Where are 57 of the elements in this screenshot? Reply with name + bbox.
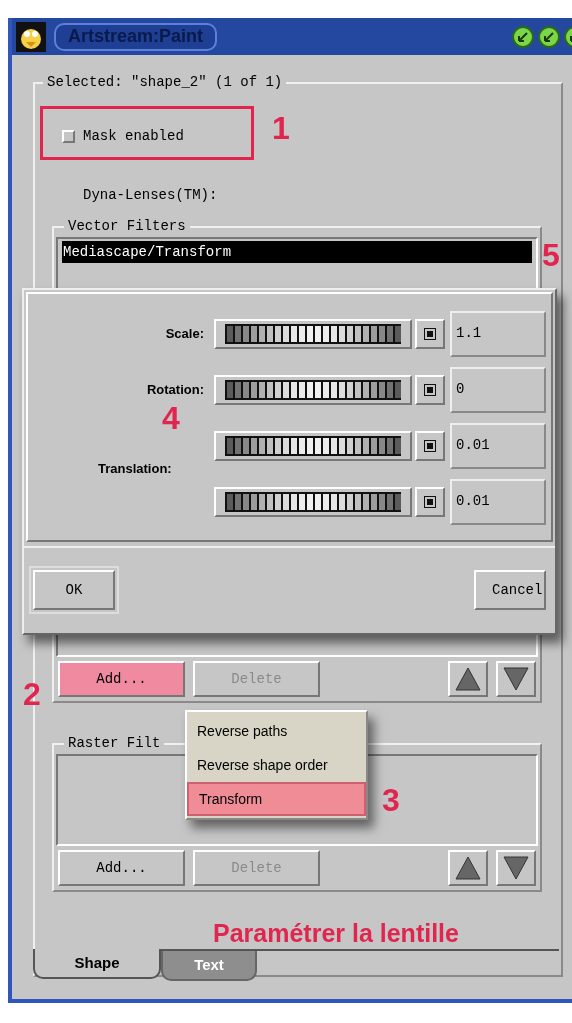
checkbox-label: Mask enabled xyxy=(83,127,184,146)
menu-item[interactable]: Transform xyxy=(187,782,366,816)
square-dot-icon xyxy=(424,440,436,452)
field-label: Scale: xyxy=(165,325,204,344)
move-down-button[interactable] xyxy=(496,850,536,886)
input-field[interactable]: 0 xyxy=(450,367,546,413)
square-dot-icon xyxy=(424,328,436,340)
wheel-grooves-icon xyxy=(225,324,401,344)
window-button[interactable] xyxy=(538,25,560,48)
field-label: Rotation: xyxy=(146,381,204,400)
down-triangle-icon xyxy=(503,856,529,880)
move-up-button[interactable] xyxy=(448,661,488,697)
reset-button[interactable] xyxy=(415,431,445,461)
wheel-grooves-icon xyxy=(225,492,401,512)
annotation-number: 1 xyxy=(272,110,290,146)
annotation-number: 2 xyxy=(23,676,41,712)
arrow-icon xyxy=(544,31,554,42)
dialog-button[interactable]: Cancel xyxy=(474,570,546,610)
thumbwheel[interactable] xyxy=(214,487,412,517)
up-triangle-icon xyxy=(455,856,481,880)
down-triangle-icon xyxy=(503,667,529,691)
reset-button[interactable] xyxy=(415,375,445,405)
checkbox[interactable] xyxy=(62,130,75,143)
input-field[interactable]: 0.01 xyxy=(450,423,546,469)
annotation-caption: Paramétrer la lentille xyxy=(213,918,459,948)
input-field[interactable]: 0.01 xyxy=(450,479,546,525)
square-dot-icon xyxy=(424,384,436,396)
move-down-button[interactable] xyxy=(496,661,536,697)
group-title: Vector Filters xyxy=(67,217,187,236)
group-title: Raster Filt xyxy=(67,734,162,753)
square-dot-icon xyxy=(424,496,436,508)
annotation-number: 4 xyxy=(162,400,180,436)
annotation-number: 5 xyxy=(542,237,560,273)
wheel-grooves-icon xyxy=(225,380,401,400)
move-up-button[interactable] xyxy=(448,850,488,886)
input-field[interactable]: 1.1 xyxy=(450,311,546,357)
field-label: Translation: xyxy=(98,460,172,478)
thumbwheel[interactable] xyxy=(214,375,412,405)
reset-button[interactable] xyxy=(415,487,445,517)
filter-button[interactable]: Add... xyxy=(58,661,185,697)
annotation-number: 3 xyxy=(382,782,400,818)
app-icon xyxy=(16,21,46,52)
filter-button[interactable]: Add... xyxy=(58,850,185,886)
menu-item[interactable]: Reverse paths xyxy=(187,714,366,748)
thumbwheel[interactable] xyxy=(214,431,412,461)
window-button[interactable] xyxy=(512,25,534,48)
wheel-grooves-icon xyxy=(225,436,401,456)
arrow-icon xyxy=(518,31,528,42)
section-label: Dyna-Lenses(TM): xyxy=(83,186,218,205)
thumbwheel[interactable] xyxy=(214,319,412,349)
menu-item[interactable]: Reverse shape order xyxy=(187,748,366,782)
tab[interactable]: Shape xyxy=(33,949,161,979)
group-title: Selected: "shape_2" (1 of 1) xyxy=(46,73,284,92)
up-triangle-icon xyxy=(455,667,481,691)
reset-button[interactable] xyxy=(415,319,445,349)
window-title: Artstream:Paint xyxy=(54,22,218,51)
list-item[interactable]: Mediascape/Transform xyxy=(62,241,532,263)
